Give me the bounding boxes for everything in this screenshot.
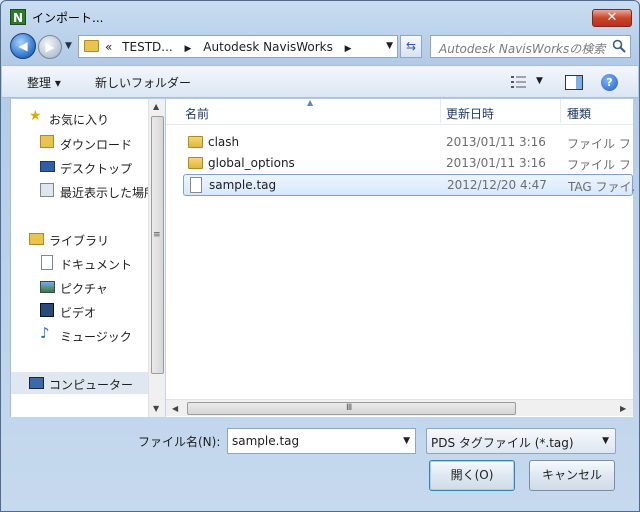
navisworks-app-icon: N <box>10 9 26 25</box>
navigation-pane: ★ お気に入り ダウンロード デスクトップ 最近表示した場所 ライブラリ ドキュ… <box>10 99 165 417</box>
view-options-dropdown-icon[interactable]: ▼ <box>536 76 543 86</box>
import-dialog: N インポート... ✕ ◀ ▶ ▼ « TESTD... ▶ Autodesk… <box>0 0 640 512</box>
scroll-right-icon[interactable]: ▶ <box>620 404 626 413</box>
nav-item-documents[interactable]: ドキュメント <box>11 252 149 274</box>
file-icon <box>190 177 202 193</box>
folder-icon <box>188 136 203 148</box>
nav-item-libraries[interactable]: ライブラリ <box>11 228 149 250</box>
cancel-button[interactable]: キャンセル <box>529 460 615 491</box>
folder-icon <box>188 157 203 169</box>
title-bar: N インポート... ✕ <box>1 1 639 31</box>
close-button[interactable]: ✕ <box>592 9 632 27</box>
address-bar[interactable]: « TESTD... ▶ Autodesk NavisWorks ▶ ▼ <box>78 35 398 58</box>
nav-item-recent-places[interactable]: 最近表示した場所 <box>11 180 149 202</box>
window-title: インポート... <box>32 11 104 25</box>
file-row-sample-tag[interactable]: sample.tag 2012/12/20 4:47 TAG ファイル <box>183 174 634 196</box>
computer-icon <box>29 377 44 389</box>
file-list-horizontal-scrollbar[interactable]: ◀ Ⅲ ▶ <box>166 399 633 416</box>
breadcrumb-item-testd[interactable]: TESTD... <box>122 40 173 54</box>
filename-input[interactable]: sample.tag ▼ <box>227 428 416 454</box>
column-divider[interactable] <box>440 99 441 123</box>
nav-item-music[interactable]: ♪ ミュージック <box>11 324 149 346</box>
chevron-right-icon[interactable]: ▶ <box>185 44 192 54</box>
star-icon: ★ <box>29 108 42 124</box>
change-view-icon[interactable] <box>510 75 528 89</box>
column-name[interactable]: 名前 <box>185 105 209 122</box>
navigation-pane-scrollbar[interactable]: ▲ ≡ ▼ <box>148 99 165 417</box>
recent-locations-dropdown-icon[interactable]: ▼ <box>65 41 72 51</box>
chevron-down-icon[interactable]: ▼ <box>602 436 609 446</box>
column-divider[interactable] <box>560 99 561 123</box>
nav-item-favorites[interactable]: ★ お気に入り <box>11 107 149 129</box>
organize-button[interactable]: 整理 ▾ <box>27 74 61 91</box>
scroll-left-icon[interactable]: ◀ <box>172 404 178 413</box>
breadcrumb: « TESTD... ▶ Autodesk NavisWorks ▶ <box>105 40 360 54</box>
videos-icon <box>40 303 54 317</box>
address-dropdown-icon[interactable]: ▼ <box>386 41 393 51</box>
file-list: ▲ 名前 更新日時 種類 clash 2013/01/11 3:16 ファイル … <box>166 98 634 417</box>
libraries-icon <box>29 233 44 245</box>
downloads-folder-icon <box>40 135 54 148</box>
navigation-bar: ◀ ▶ ▼ « TESTD... ▶ Autodesk NavisWorks ▶… <box>1 31 639 65</box>
scroll-up-icon[interactable]: ▲ <box>153 102 159 111</box>
folder-icon <box>84 40 99 52</box>
desktop-icon <box>40 161 55 172</box>
file-row-clash[interactable]: clash 2013/01/11 3:16 ファイル フォルダー <box>183 132 633 153</box>
music-icon: ♪ <box>40 324 50 342</box>
nav-item-desktop[interactable]: デスクトップ <box>11 156 149 178</box>
chevron-right-icon[interactable]: ▶ <box>345 44 352 54</box>
scrollbar-grip-icon: Ⅲ <box>346 403 353 413</box>
pictures-icon <box>40 281 55 293</box>
new-folder-button[interactable]: 新しいフォルダー <box>95 74 191 91</box>
scrollbar-thumb[interactable] <box>151 116 164 374</box>
sort-ascending-icon: ▲ <box>307 98 314 107</box>
file-type-value: PDS タグファイル (*.tag) <box>431 436 574 450</box>
chevron-down-icon[interactable]: ▼ <box>403 436 410 446</box>
breadcrumb-item-navisworks[interactable]: Autodesk NavisWorks <box>203 40 333 54</box>
file-row-global-options[interactable]: global_options 2013/01/11 3:16 ファイル フォルダ… <box>183 153 633 174</box>
forward-button[interactable]: ▶ <box>38 35 62 59</box>
column-type[interactable]: 種類 <box>567 105 591 122</box>
column-header: ▲ 名前 更新日時 種類 <box>166 98 633 125</box>
recent-places-icon <box>40 183 54 197</box>
search-icon[interactable] <box>612 39 626 53</box>
documents-icon <box>41 255 53 270</box>
help-icon[interactable]: ? <box>601 74 618 91</box>
back-button[interactable]: ◀ <box>10 33 36 59</box>
nav-item-videos[interactable]: ビデオ <box>11 300 149 322</box>
search-placeholder: Autodesk NavisWorksの検索 <box>439 42 606 56</box>
command-toolbar: 整理 ▾ 新しいフォルダー ▼ ? <box>2 65 638 98</box>
scroll-down-icon[interactable]: ▼ <box>153 404 159 413</box>
filename-label: ファイル名(N): <box>138 435 221 449</box>
nav-item-computer[interactable]: コンピューター <box>11 372 149 394</box>
filename-value: sample.tag <box>232 434 300 448</box>
search-input[interactable]: Autodesk NavisWorksの検索 <box>430 35 631 58</box>
nav-item-pictures[interactable]: ピクチャ <box>11 276 149 298</box>
open-button[interactable]: 開く(O) <box>429 460 515 491</box>
refresh-button[interactable]: ⇆ <box>400 35 422 58</box>
column-date-modified[interactable]: 更新日時 <box>446 105 494 122</box>
breadcrumb-overflow[interactable]: « <box>105 40 112 54</box>
file-type-select[interactable]: PDS タグファイル (*.tag) ▼ <box>426 428 616 454</box>
nav-item-downloads[interactable]: ダウンロード <box>11 132 149 154</box>
preview-pane-icon[interactable] <box>565 75 583 90</box>
scrollbar-grip-icon: ≡ <box>153 230 161 240</box>
